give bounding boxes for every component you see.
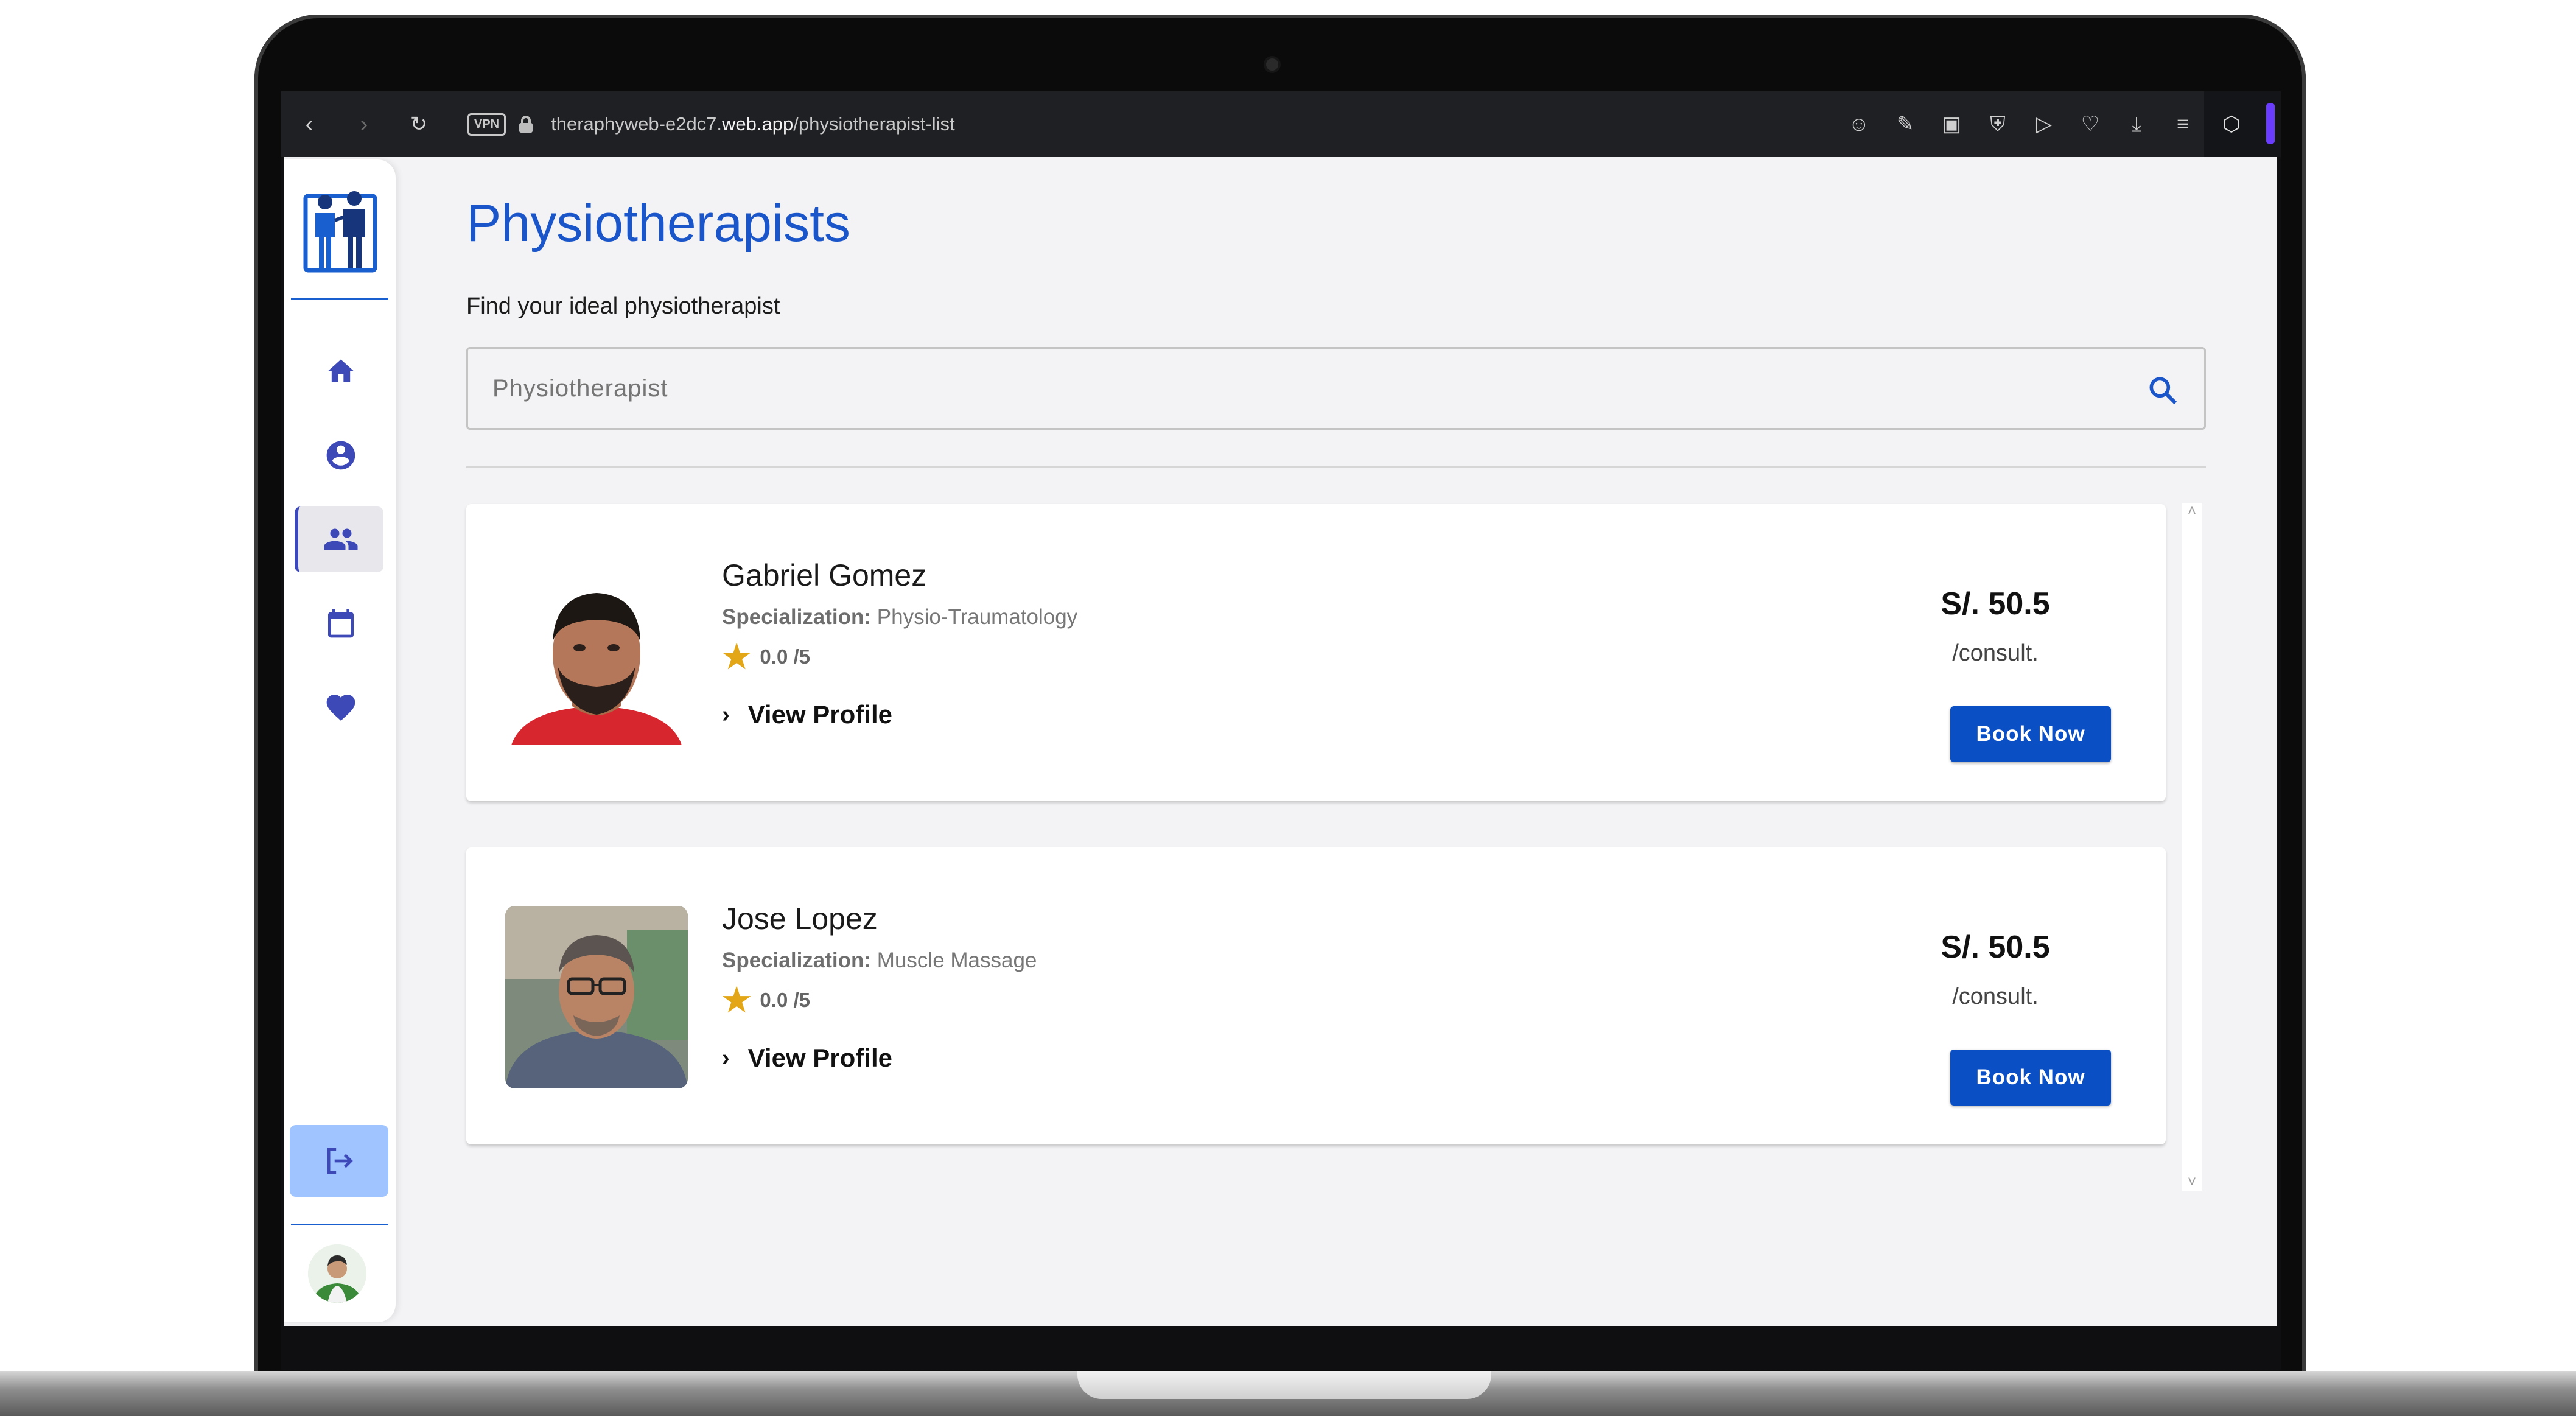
therapist-card: Jose Lopez Specialization: Muscle Massag… xyxy=(466,847,2166,1144)
heart-outline-icon[interactable]: ♡ xyxy=(2077,112,2103,136)
therapist-name: Jose Lopez xyxy=(722,902,878,936)
url-domain: web.app xyxy=(722,113,794,135)
webcam xyxy=(1266,58,1278,71)
url-host: theraphyweb-e2dc7. xyxy=(551,113,723,135)
therapist-specialization: Specialization: Muscle Massage xyxy=(722,948,1037,973)
therapist-specialization: Specialization: Physio-Traumatology xyxy=(722,605,1077,629)
nav-profile-icon[interactable] xyxy=(308,422,374,488)
calendar-icon xyxy=(328,609,354,638)
sidebar-divider-top xyxy=(291,298,388,300)
view-profile-link[interactable]: › View Profile xyxy=(722,700,892,729)
app-page: Physiotherapists Find your ideal physiot… xyxy=(284,157,2277,1326)
nav-home-icon[interactable] xyxy=(308,338,374,404)
chevron-right-icon: › xyxy=(722,701,730,727)
user-avatar[interactable] xyxy=(308,1244,366,1303)
toolbar-icons: ☺ ✎ ▣ ⛨ ▷ ♡ ⤓ ≡ xyxy=(1846,91,2196,157)
nav-physiotherapists-icon[interactable] xyxy=(295,506,383,572)
nav-calendar-icon[interactable] xyxy=(308,591,374,656)
view-profile-link[interactable]: › View Profile xyxy=(722,1043,892,1073)
logout-icon xyxy=(327,1148,353,1174)
view-profile-label: View Profile xyxy=(747,1043,892,1072)
star-icon: ★ xyxy=(722,639,752,675)
address-bar[interactable]: theraphyweb-e2dc7.web.app/physiotherapis… xyxy=(551,113,954,135)
rating-value: 0.0 /5 xyxy=(760,989,810,1011)
scroll-up-icon[interactable]: ˄ xyxy=(2182,503,2202,520)
therapist-rating: ★ 0.0 /5 xyxy=(722,984,810,1017)
rating-value: 0.0 /5 xyxy=(760,645,810,668)
edit-icon[interactable]: ✎ xyxy=(1892,112,1918,136)
vpn-badge[interactable]: VPN xyxy=(467,113,506,136)
camera-icon[interactable]: ▣ xyxy=(1939,112,1964,136)
list-scrollbar[interactable]: ˄ ˅ xyxy=(2182,503,2202,1191)
reload-icon[interactable]: ↻ xyxy=(401,106,437,142)
page-subtitle: Find your ideal physiotherapist xyxy=(466,293,780,319)
view-profile-label: View Profile xyxy=(747,700,892,729)
sidebar xyxy=(284,159,396,1322)
chevron-right-icon: › xyxy=(722,1045,730,1071)
group-icon xyxy=(324,528,358,550)
lock-icon[interactable] xyxy=(519,116,533,133)
forward-icon[interactable]: › xyxy=(346,106,382,142)
specialization-value: Muscle Massage xyxy=(877,948,1037,972)
price-unit: /consult. xyxy=(1952,640,2039,666)
specialization-label: Specialization: xyxy=(722,605,872,629)
heart-icon xyxy=(326,695,355,721)
therapist-rating: ★ 0.0 /5 xyxy=(722,640,810,673)
home-icon xyxy=(327,359,354,382)
specialization-label: Specialization: xyxy=(722,948,872,972)
back-icon[interactable]: ‹ xyxy=(291,106,327,142)
menu-icon[interactable]: ≡ xyxy=(2170,113,2196,136)
account-circle-icon xyxy=(326,441,355,470)
therapist-card: Gabriel Gomez Specialization: Physio-Tra… xyxy=(466,504,2166,801)
download-icon[interactable]: ⤓ xyxy=(2124,113,2149,136)
sidebar-divider-bottom xyxy=(291,1224,388,1225)
user-photo xyxy=(308,1244,366,1303)
extensions-area: ⬡ xyxy=(2204,91,2281,157)
logout-button[interactable] xyxy=(290,1125,388,1197)
url-path: /physiotherapist-list xyxy=(793,113,955,135)
price-unit: /consult. xyxy=(1952,984,2039,1009)
play-icon[interactable]: ▷ xyxy=(2031,112,2057,136)
app-logo xyxy=(303,191,377,273)
cube-icon[interactable]: ⬡ xyxy=(2222,112,2241,136)
therapist-name: Gabriel Gomez xyxy=(722,558,927,592)
star-icon: ★ xyxy=(722,982,752,1018)
specialization-value: Physio-Traumatology xyxy=(877,605,1078,629)
laptop-notch xyxy=(1077,1371,1491,1399)
search-input[interactable] xyxy=(491,374,2076,403)
page-title: Physiotherapists xyxy=(466,194,850,253)
sidebar-toggle-indicator[interactable] xyxy=(2266,103,2275,144)
browser-toolbar: ‹ › ↻ VPN theraphyweb-e2dc7.web.app/phys… xyxy=(281,91,2281,157)
scroll-down-icon[interactable]: ˅ xyxy=(2182,1174,2202,1191)
therapist-portrait xyxy=(505,563,688,745)
therapist-portrait xyxy=(505,906,688,1088)
shield-icon[interactable]: ⛨ xyxy=(1985,113,2011,136)
search-box xyxy=(466,347,2206,430)
consult-price: S/. 50.5 xyxy=(1941,930,2050,965)
book-now-button[interactable]: Book Now xyxy=(1950,706,2111,762)
nav-favorites-icon[interactable] xyxy=(308,675,374,740)
therapist-photo xyxy=(505,563,688,745)
search-divider xyxy=(466,466,2206,468)
consult-price: S/. 50.5 xyxy=(1941,586,2050,622)
book-now-button[interactable]: Book Now xyxy=(1950,1050,2111,1106)
therapist-photo xyxy=(505,906,688,1088)
search-icon[interactable] xyxy=(2146,373,2180,407)
emoji-icon[interactable]: ☺ xyxy=(1846,113,1872,136)
